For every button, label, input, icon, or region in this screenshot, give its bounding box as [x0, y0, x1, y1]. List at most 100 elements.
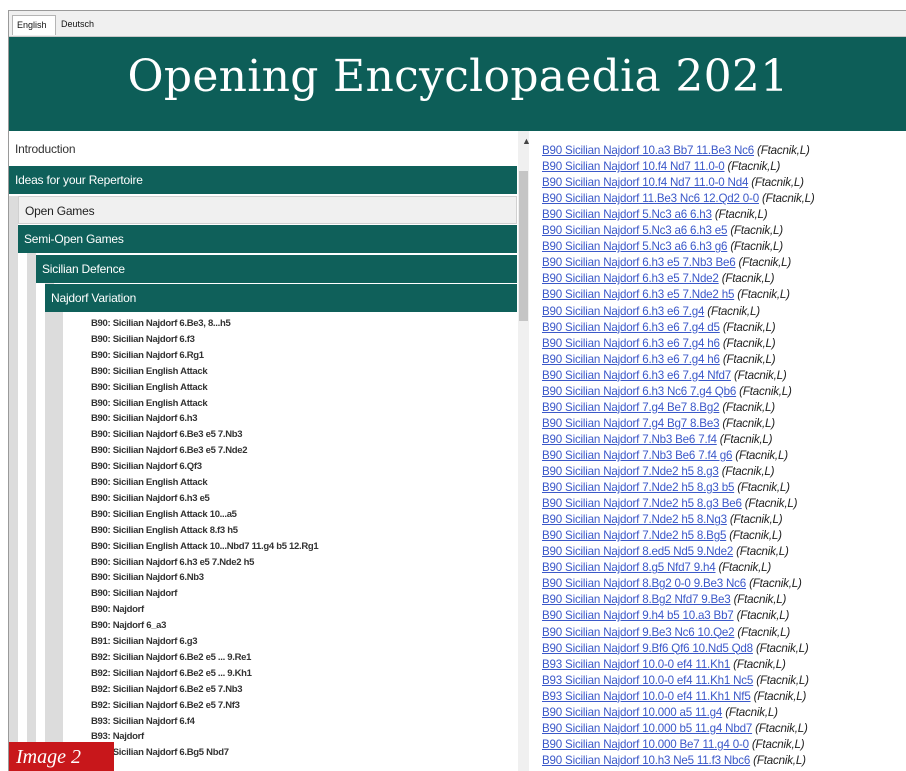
- game-entry: B90 Sicilian Najdorf 10.h3 Ne5 11.f3 Nbc…: [542, 753, 806, 768]
- tree-item-variation[interactable]: B90: Sicilian Najdorf 6.Qf3: [91, 459, 202, 474]
- game-link[interactable]: B90 Sicilian Najdorf 11.Be3 Nc6 12.Qd2 0…: [542, 192, 759, 205]
- tree-item-variation[interactable]: B90: Najdorf 6_a3: [91, 618, 166, 633]
- game-entry: B90 Sicilian Najdorf 8.Bg2 Nfd7 9.Be3 (F…: [542, 592, 786, 607]
- game-link[interactable]: B90 Sicilian Najdorf 5.Nc3 a6 6.h3 e5: [542, 224, 728, 237]
- tree-item-variation[interactable]: B90: Sicilian Najdorf 6.f3: [91, 332, 195, 347]
- game-entry: B90 Sicilian Najdorf 6.h3 e6 7.g4 (Ftacn…: [542, 304, 760, 319]
- game-annotator: (Ftacnik,L): [729, 529, 782, 543]
- tree-item-introduction[interactable]: Introduction: [9, 135, 517, 163]
- game-link[interactable]: B90 Sicilian Najdorf 7.Nde2 h5 8.Ng3: [542, 513, 727, 526]
- game-link[interactable]: B90 Sicilian Najdorf 6.h3 Nc6 7.g4 Qb6: [542, 385, 736, 398]
- game-entry: B90 Sicilian Najdorf 6.h3 e6 7.g4 h6 (Ft…: [542, 336, 776, 351]
- game-link[interactable]: B90 Sicilian Najdorf 10.000 b5 11.g4 Nbd…: [542, 722, 752, 735]
- tree-item-variation[interactable]: B92: Sicilian Najdorf 6.Be2 e5 ... 9.Re1: [91, 650, 251, 665]
- game-annotator: (Ftacnik,L): [736, 609, 790, 623]
- tree-item-variation[interactable]: B92: Sicilian Najdorf 6.Be2 e5 ... 9.Kh1: [91, 666, 252, 681]
- game-link[interactable]: B90 Sicilian Najdorf 7.g4 Be7 8.Bg2: [542, 401, 720, 414]
- game-entry: B90 Sicilian Najdorf 6.h3 e5 7.Nb3 Be6 (…: [542, 255, 791, 270]
- tree-scrollbar-thumb[interactable]: [519, 171, 528, 321]
- tree-item-variation[interactable]: B93: Sicilian Najdorf 6.f4: [91, 714, 195, 729]
- tree-item-variation[interactable]: B90: Sicilian Najdorf 6.Be3, 8...h5: [91, 316, 231, 331]
- game-annotator: (Ftacnik,L): [761, 192, 815, 206]
- tree-item-variation[interactable]: B90: Sicilian English Attack 10...a5: [91, 507, 237, 522]
- game-link[interactable]: B90 Sicilian Najdorf 7.Nde2 h5 8.g3: [542, 465, 719, 478]
- game-link[interactable]: B90 Sicilian Najdorf 6.h3 e6 7.g4 h6: [542, 353, 720, 366]
- game-link[interactable]: B93 Sicilian Najdorf 10.0-0 ef4 11.Kh1: [542, 658, 730, 671]
- game-annotator: (Ftacnik,L): [718, 561, 772, 575]
- game-link[interactable]: B90 Sicilian Najdorf 9.Bf6 Qf6 10.Nd5 Qd…: [542, 642, 753, 655]
- tree-scrollbar[interactable]: [518, 131, 529, 771]
- tree-item-variation[interactable]: B90: Sicilian English Attack: [91, 475, 208, 490]
- game-annotator: (Ftacnik,L): [725, 705, 778, 719]
- tab-english[interactable]: English: [12, 15, 56, 35]
- game-link[interactable]: B90 Sicilian Najdorf 6.h3 e6 7.g4: [542, 305, 704, 318]
- game-link[interactable]: B90 Sicilian Najdorf 10.f4 Nd7 11.0-0: [542, 160, 725, 173]
- game-link[interactable]: B90 Sicilian Najdorf 8.g5 Nfd7 9.h4: [542, 561, 716, 574]
- tree-item-variation[interactable]: B92: Sicilian Najdorf 6.Be2 e5 7.Nf3: [91, 698, 240, 713]
- chevron-up-icon[interactable]: ▲: [522, 136, 529, 146]
- game-entry: B90 Sicilian Najdorf 6.h3 e6 7.g4 d5 (Ft…: [542, 320, 776, 335]
- game-entry: B90 Sicilian Najdorf 5.Nc3 a6 6.h3 (Ftac…: [542, 207, 768, 222]
- game-entry: B90 Sicilian Najdorf 6.h3 e5 7.Nde2 h5 (…: [542, 287, 790, 302]
- game-link[interactable]: B90 Sicilian Najdorf 8.ed5 Nd5 9.Nde2: [542, 545, 733, 558]
- game-annotator: (Ftacnik,L): [744, 497, 798, 511]
- game-link[interactable]: B90 Sicilian Najdorf 10.a3 Bb7 11.Be3 Nc…: [542, 144, 754, 157]
- game-entry: B90 Sicilian Najdorf 10.000 b5 11.g4 Nbd…: [542, 721, 808, 736]
- tree-item-najdorf-variation[interactable]: Najdorf Variation: [45, 284, 517, 312]
- tree-item-variation[interactable]: B90: Sicilian Najdorf 6.h3: [91, 411, 198, 426]
- tree-item-variation[interactable]: B92: Sicilian Najdorf 6.Be2 e5 7.Nb3: [91, 682, 243, 697]
- tree-item-sicilian-defence[interactable]: Sicilian Defence: [36, 255, 517, 283]
- tree-item-variation[interactable]: B90: Najdorf: [91, 602, 144, 617]
- tree-item-variation[interactable]: B90: Sicilian English Attack: [91, 380, 208, 395]
- game-link[interactable]: B90 Sicilian Najdorf 7.Nb3 Be6 7.f4: [542, 433, 717, 446]
- game-link[interactable]: B93 Sicilian Najdorf 10.0-0 ef4 11.Kh1 N…: [542, 674, 753, 687]
- game-link[interactable]: B90 Sicilian Najdorf 6.h3 e5 7.Nde2: [542, 272, 719, 285]
- game-entry: B90 Sicilian Najdorf 5.Nc3 a6 6.h3 e5 (F…: [542, 223, 783, 238]
- game-annotator: (Ftacnik,L): [714, 208, 768, 222]
- game-link[interactable]: B90 Sicilian Najdorf 5.Nc3 a6 6.h3: [542, 208, 712, 221]
- game-link[interactable]: B90 Sicilian Najdorf 5.Nc3 a6 6.h3 g6: [542, 240, 728, 253]
- game-link[interactable]: B90 Sicilian Najdorf 6.h3 e5 7.Nde2 h5: [542, 288, 734, 301]
- tree-item-variation[interactable]: B90: Sicilian Najdorf 6.Be3 e5 7.Nb3: [91, 427, 243, 442]
- game-link[interactable]: B90 Sicilian Najdorf 10.f4 Nd7 11.0-0 Nd…: [542, 176, 748, 189]
- tree-item-variation[interactable]: B90: Sicilian English Attack: [91, 364, 208, 379]
- game-link[interactable]: B90 Sicilian Najdorf 8.Bg2 Nfd7 9.Be3: [542, 593, 731, 606]
- game-annotator: (Ftacnik,L): [729, 513, 783, 527]
- game-annotator: (Ftacnik,L): [755, 721, 808, 735]
- game-link[interactable]: B90 Sicilian Najdorf 7.g4 Bg7 8.Be3: [542, 417, 720, 430]
- game-link[interactable]: B90 Sicilian Najdorf 6.h3 e6 7.g4 Nfd7: [542, 369, 731, 382]
- tree-item-variation[interactable]: B91: Sicilian Najdorf 6.g3: [91, 634, 198, 649]
- game-link[interactable]: B90 Sicilian Najdorf 7.Nde2 h5 8.g3 b5: [542, 481, 734, 494]
- game-link[interactable]: B90 Sicilian Najdorf 7.Nde2 h5 8.Bg5: [542, 529, 726, 542]
- tree-item-variation[interactable]: B90: Sicilian Najdorf: [91, 586, 177, 601]
- tree-item-variation[interactable]: B90: Sicilian Najdorf 6.Be3 e5 7.Nde2: [91, 443, 248, 458]
- game-entry: B90 Sicilian Najdorf 10.f4 Nd7 11.0-0 (F…: [542, 159, 780, 174]
- game-link[interactable]: B90 Sicilian Najdorf 9.Be3 Nc6 10.Qe2: [542, 626, 735, 639]
- game-link[interactable]: B90 Sicilian Najdorf 8.Bg2 0-0 9.Be3 Nc6: [542, 577, 746, 590]
- tree-item-variation[interactable]: B90: Sicilian Najdorf 6.Nb3: [91, 570, 204, 585]
- game-link[interactable]: B93 Sicilian Najdorf 10.0-0 ef4 11.Kh1 N…: [542, 690, 751, 703]
- tab-deutsch[interactable]: Deutsch: [57, 15, 109, 35]
- game-link[interactable]: B90 Sicilian Najdorf 10.000 Be7 11.g4 0-…: [542, 738, 749, 751]
- game-link[interactable]: B90 Sicilian Najdorf 9.h4 b5 10.a3 Bb7: [542, 609, 734, 622]
- tree-item-variation[interactable]: B90: Sicilian Najdorf 6.h3 e5 7.Nde2 h5: [91, 555, 254, 570]
- tree-item-variation[interactable]: B90: Sicilian English Attack 10...Nbd7 1…: [91, 539, 319, 554]
- game-link[interactable]: B90 Sicilian Najdorf 7.Nb3 Be6 7.f4 g6: [542, 449, 732, 462]
- game-annotator: (Ftacnik,L): [727, 160, 781, 174]
- game-link[interactable]: B90 Sicilian Najdorf 6.h3 e5 7.Nb3 Be6: [542, 256, 736, 269]
- tree-item-variation[interactable]: B90: Sicilian Najdorf 6.h3 e5: [91, 491, 210, 506]
- game-link[interactable]: B90 Sicilian Najdorf 10.000 a5 11.g4: [542, 706, 722, 719]
- tree-indent-guide: [9, 196, 18, 771]
- tree-item-semi-open-games[interactable]: Semi-Open Games: [18, 225, 517, 253]
- game-link[interactable]: B90 Sicilian Najdorf 6.h3 e6 7.g4 d5: [542, 321, 720, 334]
- game-link[interactable]: B90 Sicilian Najdorf 10.h3 Ne5 11.f3 Nbc…: [542, 754, 750, 767]
- tree-item-open-games[interactable]: Open Games: [18, 196, 517, 224]
- tree-item-variation[interactable]: B90: Sicilian English Attack 8.f3 h5: [91, 523, 238, 538]
- game-list-pane: B90 Sicilian Najdorf 10.a3 Bb7 11.Be3 Nc…: [542, 131, 906, 771]
- game-entry: B90 Sicilian Najdorf 6.h3 e6 7.g4 h6 (Ft…: [542, 352, 776, 367]
- game-link[interactable]: B90 Sicilian Najdorf 6.h3 e6 7.g4 h6: [542, 337, 720, 350]
- tree-item-variation[interactable]: B90: Sicilian Najdorf 6.Rg1: [91, 348, 204, 363]
- game-link[interactable]: B90 Sicilian Najdorf 7.Nde2 h5 8.g3 Be6: [542, 497, 742, 510]
- tree-item-ideas-for-your-repertoire[interactable]: Ideas for your Repertoire: [9, 166, 517, 194]
- tree-item-variation[interactable]: B90: Sicilian English Attack: [91, 396, 208, 411]
